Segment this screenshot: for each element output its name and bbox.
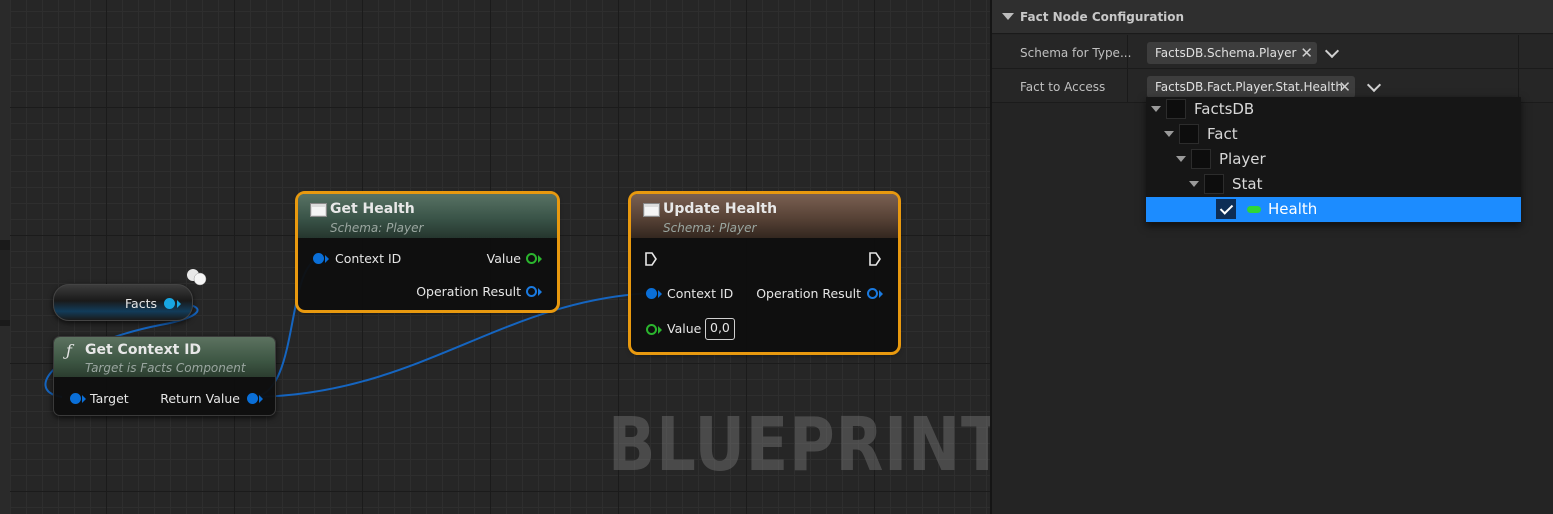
clear-schema-icon[interactable]: ✕ [1300, 42, 1313, 64]
update-health-node[interactable]: Update Health Schema: Player Context ID … [628, 191, 901, 355]
expand-arrow-icon[interactable] [1151, 106, 1161, 112]
tree-item-stat[interactable]: Stat [1146, 172, 1521, 197]
get-health-context-arrow-icon [325, 255, 329, 263]
blueprint-graph[interactable]: BLUEPRINT Facts ƒ Get Context ID Target … [0, 0, 990, 514]
tree-item-fact[interactable]: Fact [1146, 122, 1521, 147]
fact-tree-dropdown[interactable]: FactsDB Fact Player Stat Health [1146, 97, 1521, 223]
get-health-header: Get Health Schema: Player [298, 194, 557, 238]
facts-variable-label: Facts [125, 296, 157, 311]
expand-arrow-icon[interactable] [1189, 181, 1199, 187]
tree-item-label: Player [1219, 150, 1266, 168]
get-context-id-subtitle: Target is Facts Component [85, 361, 246, 375]
tree-checkbox[interactable] [1166, 99, 1186, 119]
update-health-context-id-label: Context ID [667, 286, 734, 301]
category-label: Fact Node Configuration [1020, 10, 1185, 24]
exec-output-pin-icon[interactable] [869, 252, 881, 266]
schema-property-row: Schema for Type... FactsDB.Schema.Player… [992, 35, 1553, 69]
get-context-id-header: ƒ Get Context ID Target is Facts Compone… [54, 337, 275, 377]
tree-checkbox[interactable] [1191, 149, 1211, 169]
function-icon: ƒ [66, 341, 72, 360]
get-health-title: Get Health [330, 201, 415, 217]
get-health-context-id-label: Context ID [335, 251, 402, 266]
struct-icon [310, 203, 327, 217]
comment-bubble-icon[interactable] [184, 266, 214, 290]
update-health-value-pin[interactable] [646, 324, 657, 335]
update-health-header: Update Health Schema: Player [631, 194, 898, 238]
tree-checkbox-checked[interactable] [1216, 199, 1236, 219]
update-health-context-id-pin[interactable] [646, 288, 657, 299]
tree-item-label: Health [1268, 200, 1318, 218]
struct-icon [643, 203, 660, 217]
facts-variable-node[interactable]: Facts [53, 284, 193, 321]
get-health-subtitle: Schema: Player [330, 221, 424, 235]
blueprint-watermark: BLUEPRINT [608, 402, 990, 488]
schema-dropdown-chevron-icon[interactable] [1324, 43, 1340, 59]
get-context-id-node[interactable]: ƒ Get Context ID Target is Facts Compone… [53, 336, 276, 416]
target-arrow-icon [82, 395, 86, 403]
schema-property-name: Schema for Type... [1020, 46, 1132, 60]
target-pin-label: Target [90, 391, 129, 406]
fact-dropdown-chevron-icon[interactable] [1366, 77, 1382, 93]
details-panel: Fact Node Configuration Schema for Type.… [990, 0, 1553, 514]
target-input-pin[interactable] [70, 393, 81, 404]
fact-node-configuration-category[interactable]: Fact Node Configuration [992, 0, 1553, 34]
get-health-value-pin[interactable] [526, 253, 537, 264]
tree-item-label: FactsDB [1194, 100, 1255, 118]
facts-output-pin[interactable] [164, 298, 175, 309]
return-value-pin-label: Return Value [160, 391, 240, 406]
tree-item-label: Stat [1232, 175, 1263, 193]
update-health-subtitle: Schema: Player [663, 221, 757, 235]
get-health-node[interactable]: Get Health Schema: Player Context ID Val… [295, 191, 560, 313]
float-type-icon [1247, 206, 1261, 213]
tree-item-player[interactable]: Player [1146, 147, 1521, 172]
tree-checkbox[interactable] [1179, 124, 1199, 144]
fact-to-access-name: Fact to Access [1020, 80, 1106, 94]
fact-value-chip[interactable]: FactsDB.Fact.Player.Stat.Health ✕ [1147, 76, 1355, 98]
update-health-result-arrow-icon [879, 290, 883, 298]
tree-checkbox[interactable] [1204, 174, 1224, 194]
get-health-operation-result-pin[interactable] [526, 286, 537, 297]
exec-input-pin-icon[interactable] [645, 252, 657, 266]
expand-arrow-icon[interactable] [1164, 131, 1174, 137]
update-health-value-label: Value [667, 321, 702, 336]
return-value-arrow-icon [259, 395, 263, 403]
tree-item-health[interactable]: Health [1146, 197, 1521, 222]
update-health-title: Update Health [663, 201, 778, 217]
update-health-operation-result-pin[interactable] [867, 288, 878, 299]
fact-value-text: FactsDB.Fact.Player.Stat.Health [1155, 80, 1343, 94]
update-health-value-arrow-icon [658, 326, 662, 334]
expand-arrow-icon[interactable] [1176, 156, 1186, 162]
update-health-operation-result-label: Operation Result [756, 286, 861, 301]
get-health-operation-result-label: Operation Result [416, 284, 521, 299]
get-health-value-label: Value [486, 251, 521, 266]
get-health-value-arrow-icon [538, 255, 542, 263]
collapse-arrow-icon[interactable] [1002, 13, 1014, 20]
update-health-context-arrow-icon [658, 290, 662, 298]
get-health-result-arrow-icon [538, 288, 542, 296]
clear-fact-icon[interactable]: ✕ [1338, 76, 1351, 98]
schema-value-text: FactsDB.Schema.Player [1155, 46, 1297, 60]
tree-item-label: Fact [1207, 125, 1238, 143]
tree-item-factsdb[interactable]: FactsDB [1146, 97, 1521, 122]
get-context-id-title: Get Context ID [85, 342, 202, 358]
update-health-value-input[interactable]: 0,0 [705, 318, 735, 340]
get-health-context-id-pin[interactable] [313, 253, 324, 264]
return-value-output-pin[interactable] [247, 393, 258, 404]
facts-output-arrow-icon [177, 300, 181, 308]
schema-value-chip[interactable]: FactsDB.Schema.Player ✕ [1147, 42, 1317, 64]
